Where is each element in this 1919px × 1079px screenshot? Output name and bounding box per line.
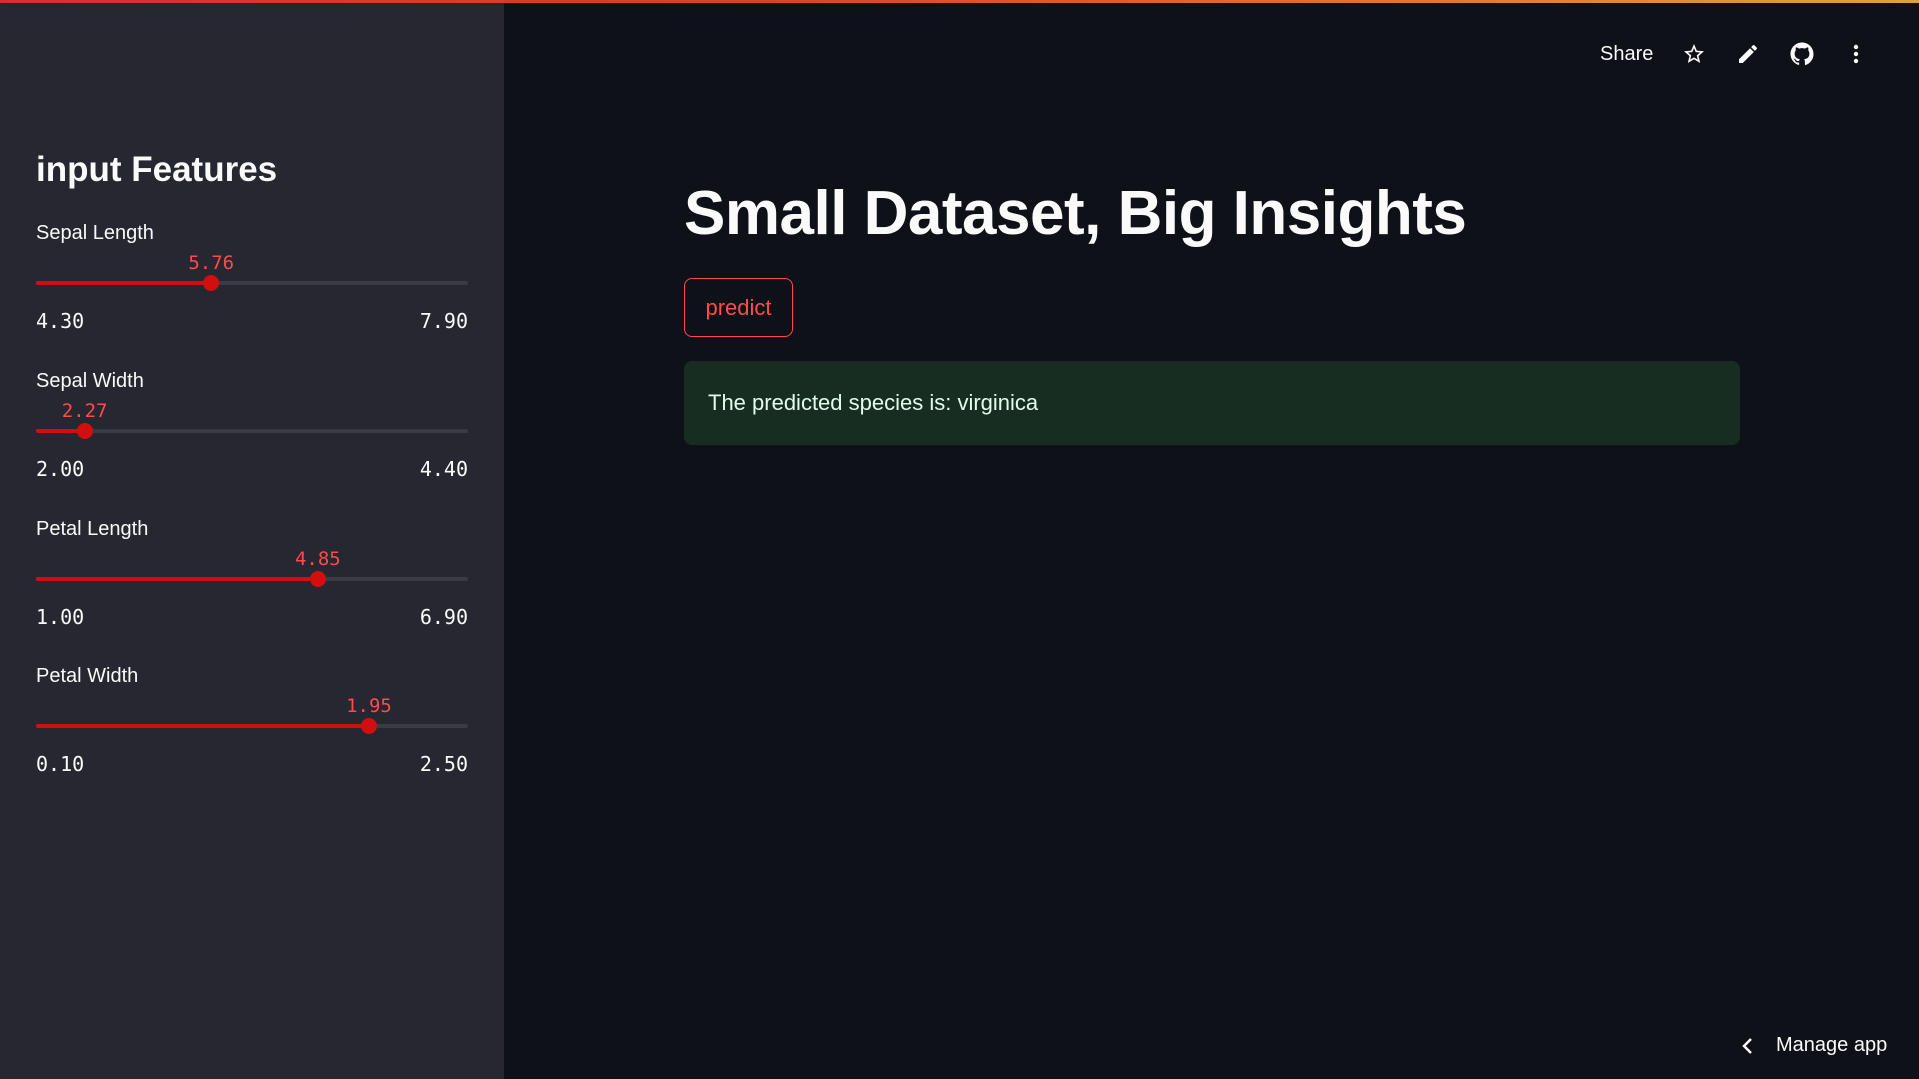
slider-min: 0.10 [36,752,85,776]
manage-app-button[interactable]: Manage app [1738,1034,1887,1057]
slider-label: Sepal Length [36,222,154,244]
slider-max: 6.90 [419,605,468,629]
slider-max: 4.40 [419,457,468,481]
more-vertical-icon[interactable] [1843,41,1869,67]
chevron-left-icon [1738,1036,1758,1056]
slider-value: 1.95 [346,695,392,717]
slider-track[interactable] [36,577,468,581]
slider-value: 5.76 [188,252,235,274]
prediction-result-alert: The predicted species is: virginica [684,361,1740,445]
github-icon[interactable] [1789,41,1815,67]
slider-min: 2.00 [36,457,85,481]
sidebar-title: input Features [36,150,278,189]
slider-thumb[interactable] [360,718,377,734]
slider-value: 4.85 [294,548,341,570]
top-decoration-bar [0,0,1919,3]
slider-label: Petal Width [36,665,139,687]
slider-track[interactable] [36,429,468,433]
slider-max: 2.50 [419,752,468,776]
share-button[interactable]: Share [1600,43,1653,66]
predict-button[interactable]: predict [684,278,793,337]
slider-thumb[interactable] [309,571,326,587]
slider-sepal-width: Sepal Width 2.27 2.00 4.40 [36,370,468,500]
slider-thumb[interactable] [203,275,220,291]
slider-label: Petal Length [36,518,149,540]
header-toolbar: Share [1600,38,1869,70]
slider-fill [36,724,369,728]
manage-app-label: Manage app [1776,1034,1888,1056]
slider-value: 2.27 [61,400,108,422]
sidebar: input Features Sepal Length 5.76 4.30 7.… [0,0,504,1079]
pencil-icon[interactable] [1735,41,1761,67]
slider-petal-width: Petal Width 1.95 0.10 2.50 [36,665,468,795]
slider-fill [36,577,318,581]
slider-min: 4.30 [36,309,85,333]
slider-label: Sepal Width [36,370,144,392]
slider-sepal-length: Sepal Length 5.76 4.30 7.90 [36,222,468,352]
slider-thumb[interactable] [76,423,93,439]
slider-petal-length: Petal Length 4.85 1.00 6.90 [36,518,468,648]
slider-max: 7.90 [419,309,468,333]
star-icon[interactable] [1681,41,1707,67]
slider-track[interactable] [36,724,468,728]
slider-min: 1.00 [36,605,85,629]
prediction-result-text: The predicted species is: virginica [708,390,1039,415]
slider-track[interactable] [36,281,468,285]
page-title: Small Dataset, Big Insights [684,179,1467,248]
slider-fill [36,281,212,285]
